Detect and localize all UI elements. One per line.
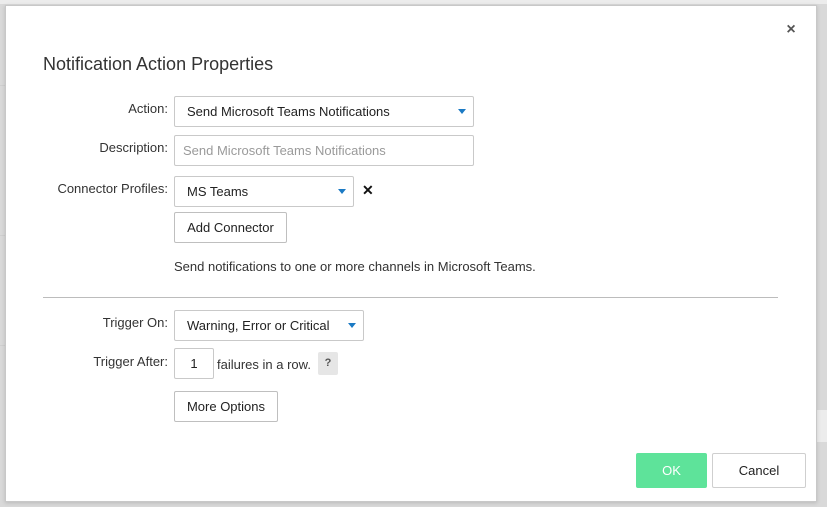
more-options-button[interactable]: More Options	[174, 391, 278, 422]
ok-button[interactable]: OK	[636, 453, 707, 488]
description-field[interactable]	[174, 135, 474, 166]
background-top	[0, 0, 827, 4]
action-label: Action:	[128, 101, 168, 116]
remove-icon[interactable]: ✕	[362, 182, 374, 199]
connector-hint: Send notifications to one or more channe…	[174, 259, 536, 274]
connector-profile-select[interactable]: MS Teams	[174, 176, 354, 207]
caret-down-icon	[338, 189, 346, 194]
dialog-title: Notification Action Properties	[43, 54, 274, 74]
connector-profile-value: MS Teams	[187, 184, 249, 199]
background-panel	[817, 410, 827, 442]
action-select[interactable]: Send Microsoft Teams Notifications	[174, 96, 474, 127]
action-select-value: Send Microsoft Teams Notifications	[187, 104, 390, 119]
trigger-on-value: Warning, Error or Critical	[187, 318, 330, 333]
cancel-button[interactable]: Cancel	[712, 453, 806, 488]
close-icon[interactable]: ×	[784, 22, 798, 38]
connector-profiles-label: Connector Profiles:	[57, 181, 168, 196]
help-icon[interactable]: ?	[318, 352, 338, 375]
trigger-on-select[interactable]: Warning, Error or Critical	[174, 310, 364, 341]
notification-dialog: × Notification Action Properties Action:…	[5, 5, 817, 502]
section-divider	[43, 297, 778, 298]
trigger-after-suffix: failures in a row.	[217, 357, 311, 372]
trigger-after-label: Trigger After:	[93, 354, 168, 369]
add-connector-button[interactable]: Add Connector	[174, 212, 287, 243]
caret-down-icon	[348, 323, 356, 328]
trigger-after-field[interactable]	[174, 348, 214, 379]
caret-down-icon	[458, 109, 466, 114]
trigger-on-label: Trigger On:	[102, 315, 168, 330]
description-label: Description:	[99, 140, 168, 155]
